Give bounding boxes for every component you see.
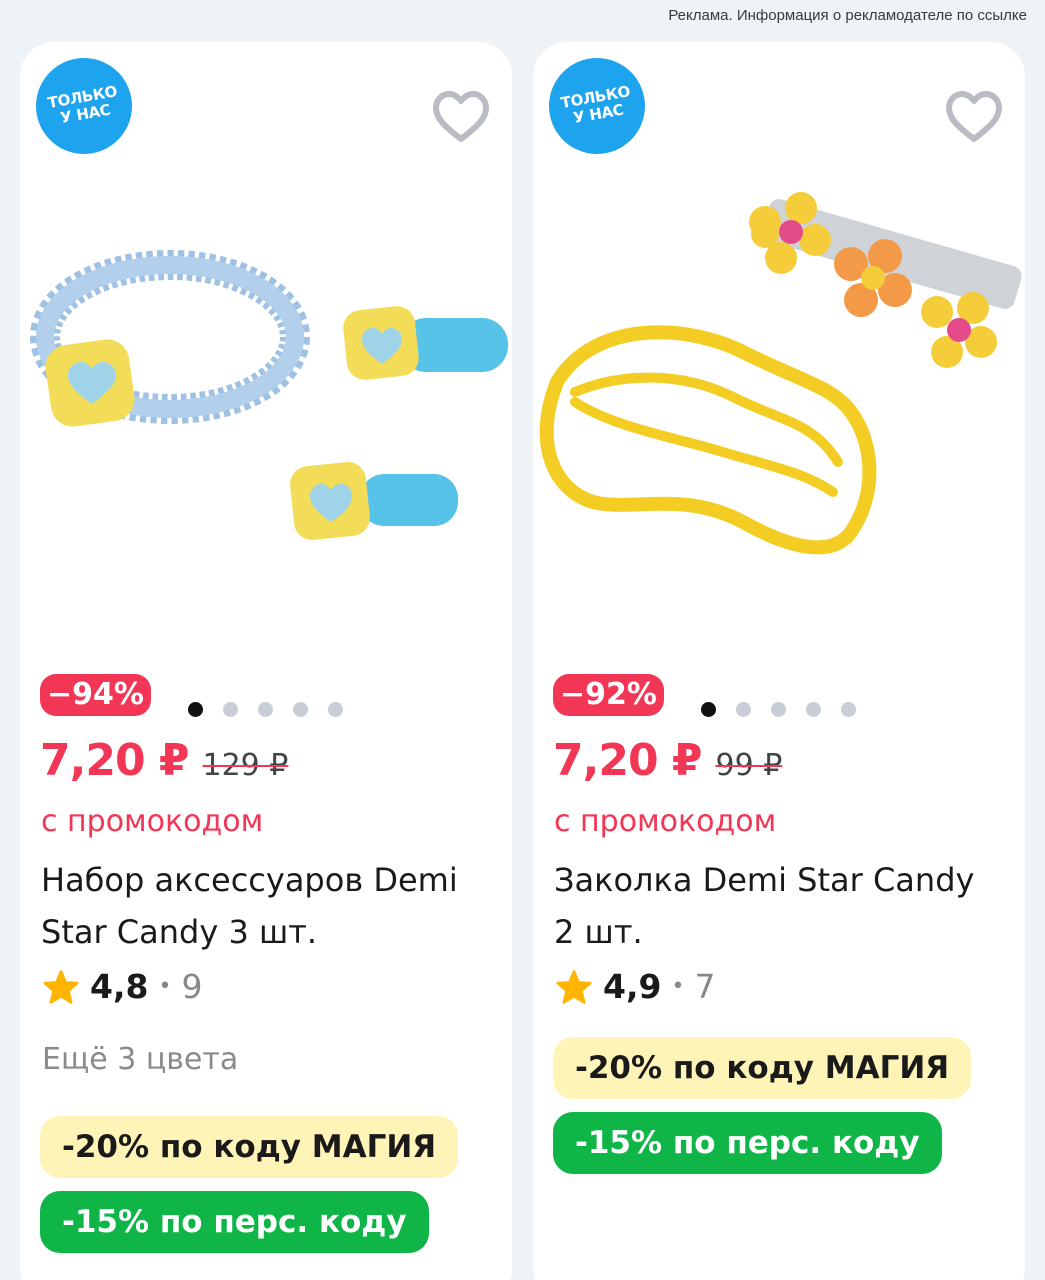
heart-outline-icon[interactable]: [432, 90, 490, 144]
badge-text: ТОЛЬКО У НАС: [559, 82, 632, 128]
pager-dot[interactable]: [771, 702, 786, 717]
promo-label: с промокодом: [41, 804, 264, 839]
image-pager[interactable]: [188, 702, 343, 717]
pager-dot[interactable]: [258, 702, 273, 717]
promo-code-chip[interactable]: -20% по коду МАГИЯ: [553, 1037, 972, 1099]
promo-label: с промокодом: [554, 804, 777, 839]
pager-dot[interactable]: [736, 702, 751, 717]
rating[interactable]: 4,9 • 7: [555, 967, 715, 1006]
rating-separator: •: [158, 974, 172, 999]
heart-outline-icon[interactable]: [945, 90, 1003, 144]
discount-badge: −94%: [40, 674, 151, 716]
pager-dot-active[interactable]: [701, 702, 716, 717]
only-here-badge: ТОЛЬКО У НАС: [28, 50, 140, 162]
star-icon: [43, 969, 79, 1004]
current-price: 7,20 ₽: [40, 735, 189, 786]
promo-code-chip[interactable]: -20% по коду МАГИЯ: [40, 1116, 459, 1178]
product-card[interactable]: ТОЛЬКО У НАС −94% 7,20 ₽ 129 ₽ с промоко…: [20, 42, 512, 1280]
pager-dot[interactable]: [328, 702, 343, 717]
rating-score: 4,9: [603, 967, 662, 1006]
rating-score: 4,8: [90, 967, 149, 1006]
old-price: 129 ₽: [202, 748, 289, 783]
ad-notice[interactable]: Реклама. Информация о рекламодателе по с…: [668, 7, 1027, 24]
pager-dot[interactable]: [223, 702, 238, 717]
personal-code-chip[interactable]: -15% по перс. коду: [40, 1191, 429, 1253]
product-title[interactable]: Заколка Demi Star Candy 2 шт.: [554, 854, 994, 958]
product-title[interactable]: Набор аксессуаров Demi Star Candy 3 шт.: [41, 854, 481, 958]
current-price: 7,20 ₽: [553, 735, 702, 786]
product-card[interactable]: ТОЛЬКО У НАС −92% 7,20 ₽ 99 ₽ с промокод…: [533, 42, 1025, 1280]
price-row: 7,20 ₽ 99 ₽: [553, 735, 782, 786]
only-here-badge: ТОЛЬКО У НАС: [541, 50, 653, 162]
badge-text: ТОЛЬКО У НАС: [46, 82, 119, 128]
old-price: 99 ₽: [715, 748, 783, 783]
discount-badge: −92%: [553, 674, 664, 716]
more-colors-link[interactable]: Ещё 3 цвета: [42, 1042, 238, 1077]
pager-dot[interactable]: [293, 702, 308, 717]
pager-dot[interactable]: [806, 702, 821, 717]
price-row: 7,20 ₽ 129 ₽: [40, 735, 288, 786]
personal-code-chip[interactable]: -15% по перс. коду: [553, 1112, 942, 1174]
review-count: 7: [694, 967, 716, 1006]
pager-dot[interactable]: [841, 702, 856, 717]
product-image[interactable]: [20, 172, 512, 672]
rating[interactable]: 4,8 • 9: [42, 967, 202, 1006]
star-icon: [556, 969, 592, 1004]
review-count: 9: [181, 967, 203, 1006]
product-image[interactable]: [533, 172, 1025, 672]
rating-separator: •: [671, 974, 685, 999]
image-pager[interactable]: [701, 702, 856, 717]
pager-dot-active[interactable]: [188, 702, 203, 717]
